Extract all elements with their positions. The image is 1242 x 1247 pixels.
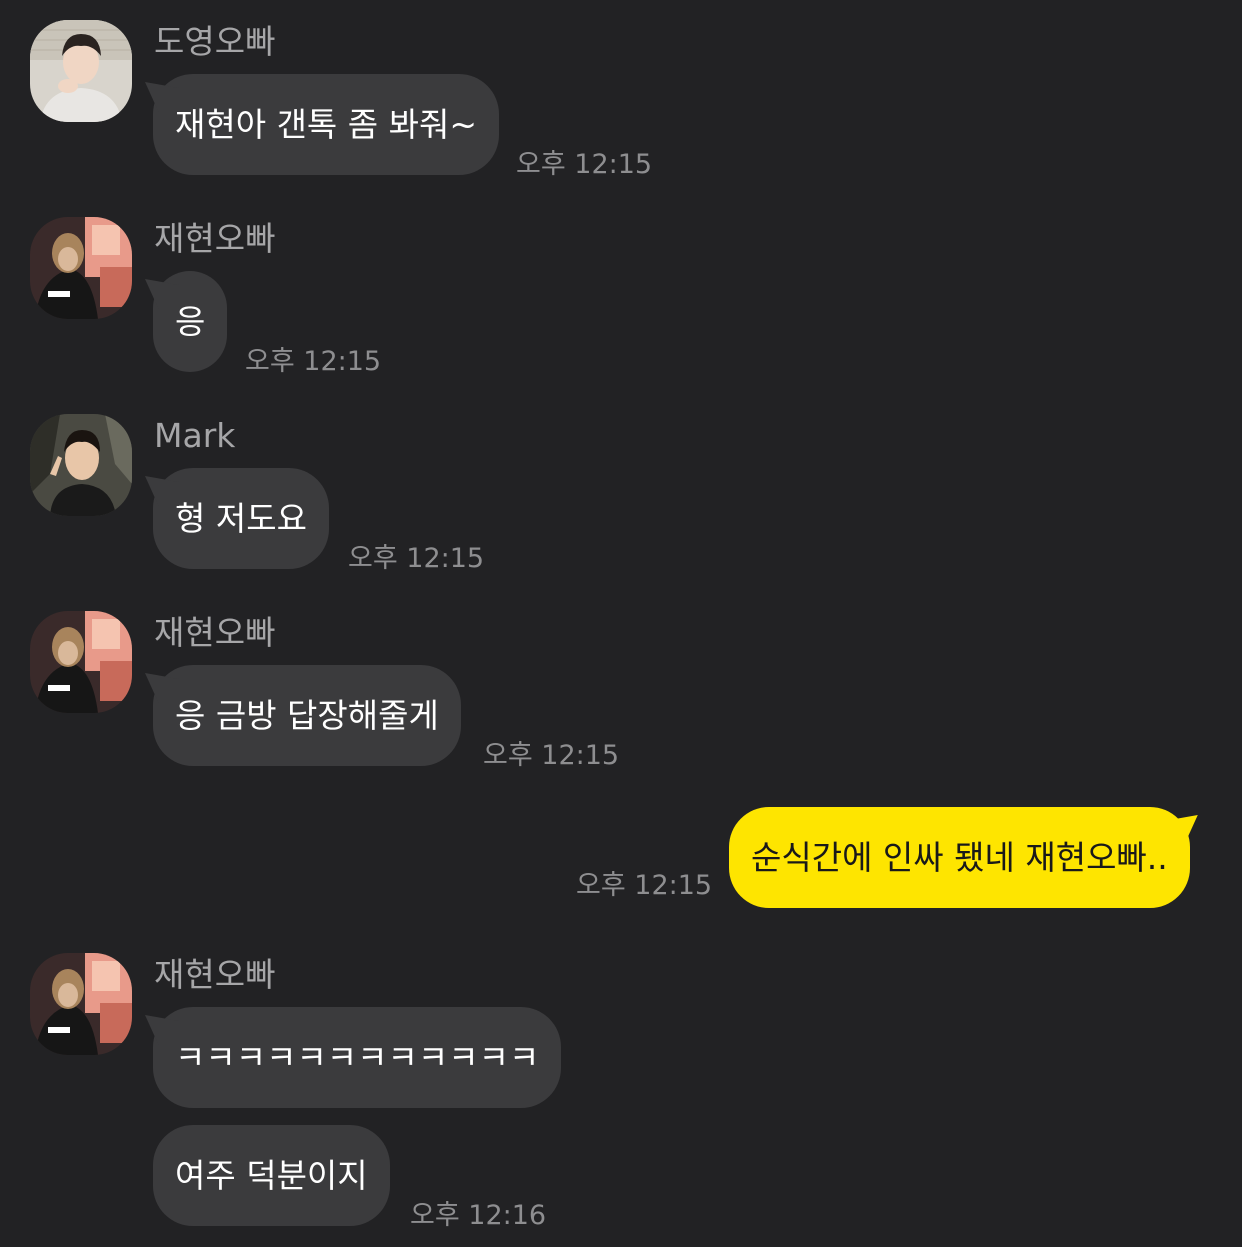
my-message-bubble[interactable]: 순식간에 인싸 됐네 재현오빠.. (729, 807, 1190, 908)
message-time: 오후 12:16 (410, 1200, 547, 1231)
message-time: 오후 12:15 (348, 543, 485, 574)
message-time: 오후 12:15 (483, 740, 620, 771)
avatar-jaehyun[interactable] (30, 953, 132, 1055)
sender-name: 재현오빠 (154, 219, 276, 258)
sender-name: 재현오빠 (154, 613, 276, 652)
sender-name: 도영오빠 (154, 22, 276, 61)
avatar-mark[interactable] (30, 414, 132, 516)
message-bubble[interactable]: 재현아 갠톡 좀 봐줘~ (153, 74, 499, 175)
message-bubble[interactable]: ㅋㅋㅋㅋㅋㅋㅋㅋㅋㅋㅋㅋ (153, 1007, 562, 1108)
message-bubble[interactable]: 응 (153, 271, 228, 372)
message-bubble[interactable]: 형 저도요 (153, 468, 329, 569)
message-time: 오후 12:15 (245, 346, 382, 377)
avatar-jaehyun[interactable] (30, 611, 132, 713)
avatar-doyoung[interactable] (30, 20, 132, 122)
sender-name: 재현오빠 (154, 955, 276, 994)
message-time: 오후 12:15 (516, 149, 653, 180)
message-bubble[interactable]: 응 금방 답장해줄게 (153, 665, 461, 766)
sender-name: Mark (154, 416, 236, 455)
message-bubble[interactable]: 여주 덕분이지 (153, 1125, 390, 1226)
message-time: 오후 12:15 (576, 870, 713, 901)
avatar-jaehyun[interactable] (30, 217, 132, 319)
